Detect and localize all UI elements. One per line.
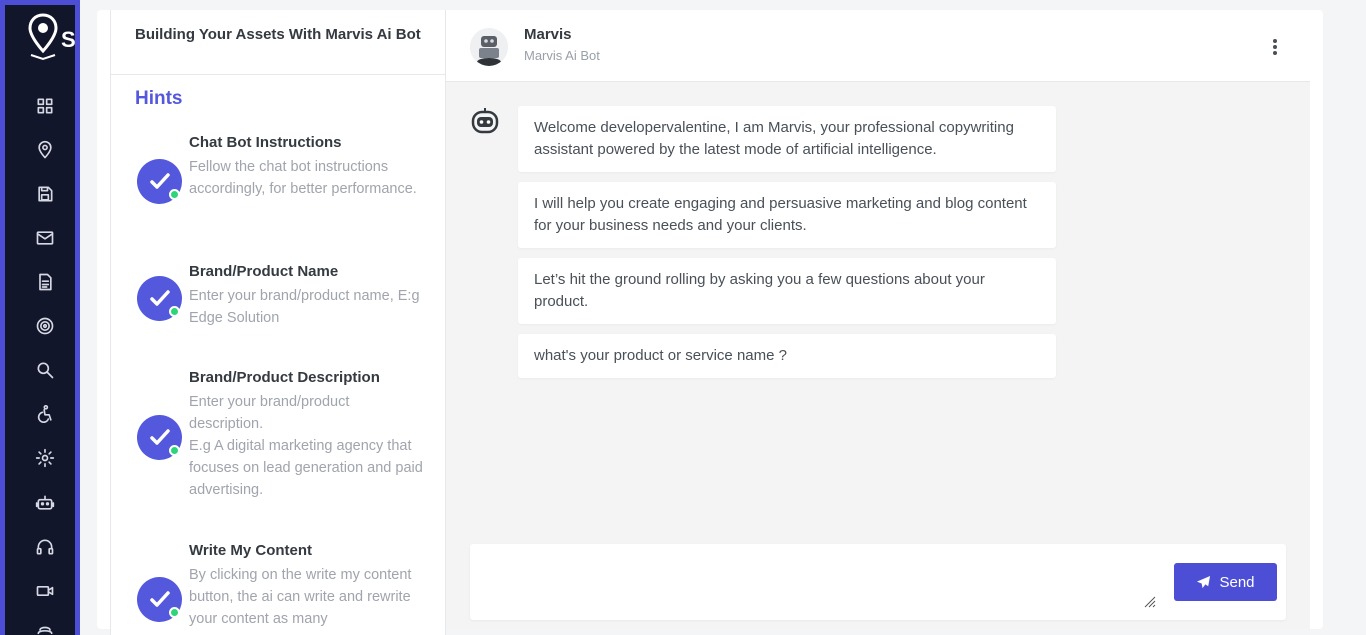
target-icon[interactable] — [32, 313, 58, 339]
checkmark-badge-icon — [137, 577, 182, 622]
mail-icon[interactable] — [32, 225, 58, 251]
checkmark-badge-icon — [137, 415, 182, 460]
message-composer: Send — [470, 544, 1286, 620]
logo-text: SI — [61, 27, 75, 52]
hint-text: Enter your brand/product name, E:g Edge … — [189, 288, 420, 326]
hint-title: Write My Content — [189, 542, 313, 559]
hint-item: Chat Bot Instructions Fellow the chat bo… — [135, 134, 435, 234]
robot-icon[interactable] — [32, 490, 58, 516]
message-input[interactable] — [470, 544, 1160, 620]
app-logo[interactable]: SI — [27, 13, 75, 65]
document-icon[interactable] — [32, 269, 58, 295]
hint-title: Chat Bot Instructions — [189, 134, 342, 151]
headset-icon[interactable] — [32, 534, 58, 560]
search-icon[interactable] — [32, 357, 58, 383]
bot-icon — [471, 108, 499, 134]
send-button-label: Send — [1219, 573, 1255, 591]
more-icon[interactable] — [32, 622, 58, 635]
hints-panel: Building Your Assets With Marvis Ai Bot … — [110, 10, 446, 635]
chat-message: what's your product or service name ? — [518, 334, 1056, 378]
accessibility-icon[interactable] — [32, 401, 58, 427]
checkmark-badge-icon — [137, 276, 182, 321]
hints-heading: Hints — [135, 88, 183, 109]
kebab-dot — [1273, 39, 1277, 43]
save-icon[interactable] — [32, 181, 58, 207]
avatar — [470, 28, 508, 66]
hint-text: Fellow the chat bot instructions accordi… — [189, 159, 417, 197]
hint-example: E.g A digital marketing agency that focu… — [189, 438, 423, 498]
chat-message: I will help you create engaging and pers… — [518, 182, 1056, 248]
chat-contact-name: Marvis — [524, 26, 572, 43]
divider — [111, 74, 445, 75]
chat-header: Marvis Marvis Ai Bot — [446, 10, 1310, 82]
send-button[interactable]: Send — [1174, 563, 1277, 601]
chat-messages-area: Welcome developervalentine, I am Marvis,… — [446, 82, 1310, 629]
more-options-button[interactable] — [1266, 36, 1284, 58]
hint-text: By clicking on the write my content butt… — [189, 567, 412, 627]
logo-pin-icon — [28, 13, 58, 61]
settings-gear-icon[interactable] — [32, 445, 58, 471]
hint-text: Enter your brand/product description. — [189, 394, 350, 432]
chat-contact-subtitle: Marvis Ai Bot — [524, 48, 600, 63]
status-dot — [169, 607, 180, 618]
bot-avatar-icon — [470, 28, 508, 66]
sidebar: SI — [0, 0, 80, 635]
map-pin-icon[interactable] — [32, 137, 58, 163]
kebab-dot — [1273, 45, 1277, 49]
paper-plane-icon — [1197, 575, 1211, 588]
hint-item: Write My Content By clicking on the writ… — [135, 542, 435, 635]
video-camera-icon[interactable] — [32, 578, 58, 604]
resize-grip-icon[interactable] — [1142, 594, 1156, 608]
status-dot — [169, 189, 180, 200]
hint-item: Brand/Product Name Enter your brand/prod… — [135, 263, 435, 343]
hint-title: Brand/Product Name — [189, 263, 339, 280]
dashboard-grid-icon[interactable] — [32, 93, 58, 119]
kebab-dot — [1273, 51, 1277, 55]
checkmark-badge-icon — [137, 159, 182, 204]
chat-message: Welcome developervalentine, I am Marvis,… — [518, 106, 1056, 172]
status-dot — [169, 306, 180, 317]
hint-item: Brand/Product Description Enter your bra… — [135, 369, 435, 509]
status-dot — [169, 445, 180, 456]
hint-title: Brand/Product Description — [189, 369, 380, 386]
panel-title: Building Your Assets With Marvis Ai Bot — [135, 26, 421, 43]
sidebar-nav: SI — [5, 5, 75, 635]
chat-message: Let’s hit the ground rolling by asking y… — [518, 258, 1056, 324]
